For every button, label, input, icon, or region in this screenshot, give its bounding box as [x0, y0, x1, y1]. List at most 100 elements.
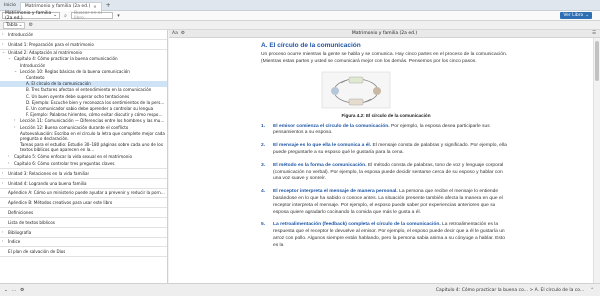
chevron-down-icon: ⌄: [585, 13, 589, 18]
toc-item[interactable]: F. Ejemplo: Palabras hirientes, cómo evi…: [0, 112, 167, 118]
toc-item-label: Lección 12: Buena comunicación durante e…: [20, 124, 129, 130]
toc-item-label: C. Un buen oyente debe superar ocho tent…: [26, 93, 130, 99]
toc-item[interactable]: › Introducción: [0, 30, 167, 40]
book-selector-value: Matrimonio y familia (2a ed.): [5, 10, 52, 21]
toc-item[interactable]: › Índice: [0, 238, 167, 248]
intro-paragraph: Un proceso ocurre mientras la gente se h…: [261, 52, 508, 64]
toc-item-label: Lista de textos bíblicos: [8, 219, 55, 225]
settings-icon[interactable]: ⚙: [27, 22, 34, 29]
toc-item-label: Apéndice A: Cómo un ministerio puede ayu…: [8, 190, 165, 196]
tab-book[interactable]: Matrimonio y familia (2a ed.) ✕: [19, 1, 102, 11]
toc-item-label: El plan de salvación de Dios: [8, 249, 66, 255]
list-lead: El mensaje es lo que ella le comunica a …: [273, 143, 372, 149]
toc-item[interactable]: Lista de textos bíblicos: [0, 218, 167, 228]
search-icon[interactable]: ⌕: [62, 12, 69, 19]
reader-scrollbar[interactable]: [593, 38, 600, 283]
toc-item-label: Unidad 2: Adaptación al matrimonio: [8, 50, 82, 56]
status-left: ...: [11, 287, 17, 293]
reader-page: A. El círculo de la comunicación Un proc…: [169, 38, 593, 283]
list-number: 2.: [261, 143, 266, 149]
heading-text: El círculo de la comunicación: [269, 42, 361, 49]
toc-item[interactable]: › Bibliografía: [0, 228, 167, 238]
list-text: La retroalimentación (feedback) completa…: [273, 222, 511, 249]
add-tab-icon[interactable]: +: [106, 2, 111, 9]
toolbar: Matrimonio y familia (2a ed.) ⌄ ⌕ Buscar…: [0, 11, 600, 21]
toc-item-label: Introducción: [20, 62, 46, 68]
page-content: A. El círculo de la comunicación Un proc…: [261, 42, 511, 250]
toc-item[interactable]: B. Tres factores afectan el entendimient…: [0, 87, 167, 93]
toc-item[interactable]: Apéndice B: Métodos creativos para usar …: [0, 198, 167, 209]
list-item: 2. El mensaje es lo que ella le comunica …: [261, 143, 511, 157]
list-text: El mensaje es lo que ella le comunica a …: [273, 143, 511, 157]
menu-icon[interactable]: ☰: [592, 31, 596, 36]
toc-item[interactable]: D. Ejemplo: Escuche bien y reconozca los…: [0, 99, 167, 105]
toc-item[interactable]: Apéndice A: Cómo un ministerio puede ayu…: [0, 189, 167, 199]
chevron-down-icon: ⌄: [53, 13, 57, 18]
status-bar: ⌄ ... ⚙ Capítulo 4: Cómo practicar la bu…: [0, 283, 600, 296]
chevron-up-icon[interactable]: ⌃: [590, 288, 594, 293]
numbered-list: 1. El emisor comienza el círculo de la co…: [261, 124, 511, 250]
list-number: 4.: [261, 189, 266, 195]
text-size-icon[interactable]: Aa: [172, 31, 178, 36]
figure-caption: Figura 4.2: El círculo de la comunicació…: [341, 112, 431, 118]
view-book-label: Ver Libro: [563, 13, 584, 18]
toc-item[interactable]: › Unidad 1: Preparación para el matrimoni…: [0, 40, 167, 50]
search-input[interactable]: Buscar en el libro: [71, 10, 113, 21]
toc-item-label: A. El círculo de la comunicación: [26, 81, 91, 87]
figure-illustration: [321, 71, 391, 108]
toc-label: Tabla: [6, 22, 18, 28]
toc-item-label: Capítulo 5: Cómo enfocar la vida sexual …: [14, 153, 132, 159]
list-item: 5. La retroalimentación (feedback) comple…: [261, 222, 511, 249]
scrollbar-thumb[interactable]: [595, 41, 599, 81]
toc-item-label: Apéndice B: Métodos creativos para usar …: [8, 200, 113, 206]
toc-item-label: Autoevaluación: Escriba en el círculo la…: [20, 130, 165, 141]
toc-item-label: Bibliografía: [8, 229, 32, 235]
toc-item[interactable]: Tareas para el estudio: Estudie 30–180 p…: [0, 142, 167, 153]
toc-item-label: Tareas para el estudio: Estudie 30–180 p…: [20, 142, 163, 153]
search-placeholder: Buscar en el libro: [74, 10, 102, 21]
toc-button[interactable]: Tabla ⌄: [3, 21, 26, 29]
toc-item[interactable]: E. Un comunicador sabio debe aprender a …: [0, 105, 167, 111]
tab-bar: Inicio Matrimonio y familia (2a ed.) ✕ +: [0, 0, 600, 11]
toc-item-label: Capítulo 6: Cómo controlar tres pregunta…: [14, 161, 115, 167]
toc-item-label: E. Un comunicador sabio debe aprender a …: [26, 105, 154, 111]
status-location: Capítulo 4: Cómo practicar la buena co..…: [435, 287, 585, 293]
tab-label: Matrimonio y familia (2a ed.): [24, 4, 91, 9]
toc-item[interactable]: › Unidad 3: Relaciones en la vida familia…: [0, 169, 167, 179]
section-heading: A. El círculo de la comunicación: [261, 42, 511, 49]
filter-icon[interactable]: ▾: [115, 12, 122, 19]
toc-item-label: D. Ejemplo: Escuche bien y reconozca los…: [26, 99, 165, 105]
toc-item[interactable]: Definiciones: [0, 208, 167, 219]
list-text: El receptor interpreta el mensaje de man…: [273, 189, 511, 216]
toc-item-label: Índice: [8, 239, 21, 245]
panel-toolbar: Tabla ⌄ ⚙: [0, 21, 600, 30]
toc-item-label: Unidad 1: Preparación para el matrimonio: [8, 41, 94, 47]
list-item: 4. El receptor interpreta el mensaje de m…: [261, 189, 511, 216]
list-item: 3. El método es la forma de comunicación.…: [261, 163, 511, 183]
tab-label: Inicio: [4, 2, 16, 8]
list-number: 3.: [261, 162, 266, 168]
toc-item[interactable]: › Lección 11: Comunicación — Diferencias …: [0, 118, 167, 124]
list-number: 1.: [261, 123, 266, 129]
list-lead: La retroalimentación (feedback) completa…: [273, 222, 441, 228]
list-lead: El método es la forma de comunicación.: [273, 162, 367, 168]
toc-item[interactable]: › Capítulo 6: Cómo controlar tres pregunt…: [0, 159, 167, 170]
reader-header: Aa ⚙ Matrimonio y familia (2a ed.) ☰: [169, 30, 600, 38]
table-of-contents: › Introducción › Unidad 1: Preparación para…: [0, 30, 168, 283]
toc-item[interactable]: El plan de salvación de Dios: [0, 247, 167, 258]
book-selector[interactable]: Matrimonio y familia (2a ed.) ⌄: [2, 10, 60, 21]
list-lead: El receptor interpreta el mensaje de man…: [273, 189, 398, 195]
toc-item[interactable]: Autoevaluación: Escriba en el círculo la…: [0, 130, 167, 141]
list-text: El método es la forma de comunicación. E…: [273, 163, 511, 183]
settings-icon[interactable]: ⚙: [181, 31, 185, 36]
collapse-icon[interactable]: ⌄: [4, 288, 8, 293]
toc-item-label: Lección 10: Reglas básicas de la buena c…: [20, 68, 130, 74]
close-icon[interactable]: ✕: [93, 4, 96, 9]
view-book-button[interactable]: Ver Libro ⌄: [560, 12, 592, 19]
tab-inicio[interactable]: Inicio: [0, 1, 20, 10]
list-lead: El emisor comienza el círculo de la comu…: [273, 123, 390, 129]
toc-item[interactable]: › Unidad 4: Logrando una buena familia: [0, 179, 167, 189]
toc-item-label: B. Tres factores afectan el entendimient…: [26, 87, 152, 93]
reader-title: Matrimonio y familia (2a ed.): [351, 31, 418, 36]
settings-icon[interactable]: ⚙: [20, 288, 24, 293]
